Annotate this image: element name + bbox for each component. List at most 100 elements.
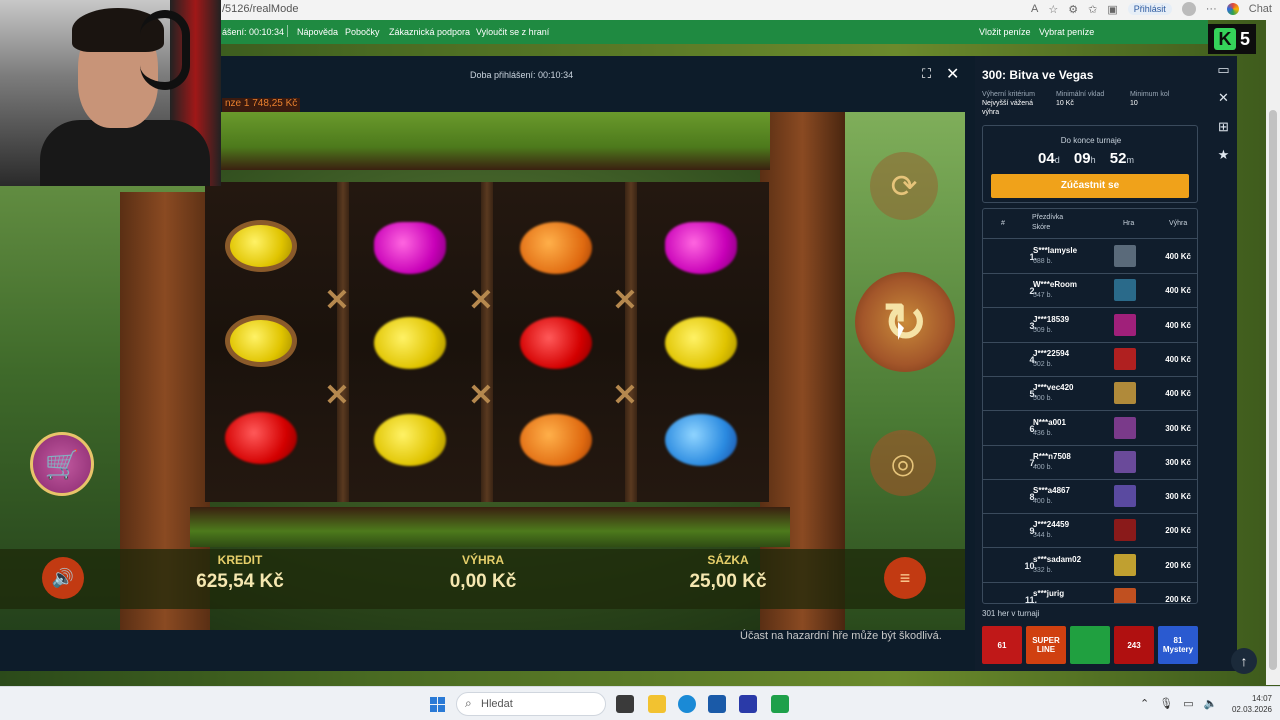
webcam-overlay [0,0,221,186]
lemon-symbol [225,315,297,367]
row-score: 509 b. [1033,326,1053,334]
tournament-title: 300: Bitva ve Vegas [982,68,1094,82]
leaderboard-row: 1. S***lamysle 688 b. 400 Kč [983,240,1197,274]
tournament-game-thumbnail[interactable]: 243 [1114,626,1154,664]
star-icon[interactable]: ★ [1215,146,1232,163]
outlook-icon[interactable] [708,695,726,713]
autoplay-icon: ⟳ [890,168,918,204]
moss-bottom [190,507,790,547]
row-game-thumbnail[interactable] [1114,416,1136,439]
login-time: Doba přihlášení: 00:10:34 [470,70,574,80]
k5-logo-5: 5 [1239,28,1250,49]
cross-decoration: ✕ [468,284,494,317]
close-icon[interactable]: ✕ [946,64,959,84]
file-explorer-icon[interactable] [648,695,666,713]
row-game-thumbnail[interactable] [1114,245,1136,267]
sound-button[interactable]: 🔊 [42,557,84,599]
extensions-icon[interactable]: ⚙ [1068,3,1078,16]
autoplay-button[interactable]: ⟳ [870,152,938,220]
game-menu-button[interactable]: ≡ [884,557,926,599]
minutes-unit: m [1126,155,1134,165]
profile-avatar-icon[interactable] [1181,2,1196,16]
reel-divider [625,182,637,502]
credit-label: KREDIT [217,553,263,567]
row-game-thumbnail[interactable] [1114,450,1136,473]
bet-coins-button[interactable]: ◎ [870,430,936,496]
withdraw-link[interactable]: Vybrat peníze [1039,27,1094,37]
streamer-body [40,120,210,186]
row-prize: 300 Kč [1165,423,1191,433]
cross-decoration: ✕ [324,379,350,412]
volume-icon[interactable]: 🔈 [1204,697,1218,710]
join-tournament-button[interactable]: Zúčastnit se [991,174,1189,198]
task-view-icon[interactable] [616,695,634,713]
row-prize: 200 Kč [1165,595,1191,604]
browser-login-button[interactable]: Přihlásit [1127,3,1172,15]
gift-icon[interactable]: ⊞ [1215,118,1232,135]
microphone-icon[interactable]: 🎙 [1159,697,1173,710]
min-deposit-value: 10 Kč [1056,100,1074,107]
row-nickname: s***jurig [1033,589,1065,598]
favorites-icon[interactable]: ✩ [1088,3,1097,16]
nav-branches[interactable]: Pobočky [345,27,380,37]
nav-support[interactable]: Zákaznická podpora [389,27,470,37]
min-rounds-label: Minimum kol [1130,91,1170,98]
taskbar-search[interactable]: ⌕ Hledat [456,692,606,716]
lemon-symbol [374,317,446,369]
row-game-thumbnail[interactable] [1114,279,1136,302]
read-aloud-icon[interactable]: A [1031,3,1038,15]
reel-divider [481,182,493,502]
scroll-to-top-button[interactable]: ↑ [1231,648,1257,674]
taskbar-clock[interactable]: 14:07 02.03.2026 [1222,693,1272,715]
spin-button[interactable]: ↻ [855,272,955,372]
speaker-icon: 🔊 [51,567,75,588]
row-score: 436 b. [1033,429,1053,437]
hamburger-icon: ≡ [899,567,911,588]
row-game-thumbnail[interactable] [1114,485,1136,508]
row-score: 400 b. [1033,498,1053,506]
nav-help[interactable]: Nápověda [297,27,338,37]
tournament-game-thumbnail[interactable]: 61 [982,626,1022,664]
criterion-value: Nejvyšší vážená výhra [982,100,1033,116]
copilot-icon[interactable] [1226,3,1239,15]
close-panel-icon[interactable]: ✕ [1215,89,1232,106]
windows-start-icon[interactable] [430,697,445,712]
message-icon[interactable]: ▭ [1215,61,1232,78]
fullscreen-icon[interactable]: ⛶ [922,66,936,81]
arrow-up-icon: ↑ [1240,653,1248,669]
credit-value: 625,54 Kč [196,571,284,592]
app-icon[interactable] [771,695,789,713]
more-menu-icon[interactable]: ··· [1206,3,1217,15]
row-game-thumbnail[interactable] [1114,553,1136,576]
row-game-thumbnail[interactable] [1114,382,1136,405]
store-icon[interactable] [739,695,757,713]
scrollbar-thumb[interactable] [1269,110,1277,670]
display-icon[interactable]: ▭ [1183,697,1193,710]
row-game-thumbnail[interactable] [1114,313,1136,336]
row-game-thumbnail[interactable] [1114,347,1136,370]
row-game-thumbnail[interactable] [1114,519,1136,542]
edge-browser-icon[interactable] [678,695,696,713]
leaderboard[interactable]: # Přezdívka Skóre Hra Výhra 1. S***lamysl… [982,208,1198,604]
tournament-panel: 300: Bitva ve Vegas Výherní kritérium Ne… [975,56,1210,671]
deposit-link[interactable]: Vložit peníze [979,27,1031,37]
address-bar[interactable]: /5126/realMode [222,3,298,15]
k5-logo[interactable]: K 5 [1208,24,1256,54]
nav-self-exclude[interactable]: Vyloučit se z hraní [476,27,549,37]
row-nickname: J***24459 [1033,520,1070,530]
tournament-game-thumbnail[interactable] [1070,626,1110,664]
collections-icon[interactable]: ▣ [1107,3,1117,16]
coins-icon: ◎ [890,447,916,479]
buy-feature-button[interactable]: 🛒 [30,432,94,496]
page-scrollbar[interactable] [1266,20,1280,685]
row-prize: 200 Kč [1165,560,1191,570]
chevron-up-icon[interactable]: ⌃ [1140,697,1149,710]
reels: ✕ ✕ ✕ ✕ ✕ ✕ [205,182,769,502]
tournament-game-thumbnail[interactable]: 81 Mystery [1158,626,1198,664]
tournament-game-thumbnail[interactable]: SUPER LINE [1026,626,1066,664]
chat-label[interactable]: Chat [1249,3,1272,15]
row-game-thumbnail[interactable] [1114,588,1136,603]
reel-1 [205,182,337,502]
favorite-star-icon[interactable]: ☆ [1048,3,1058,16]
col-score: Skóre [1032,224,1051,231]
